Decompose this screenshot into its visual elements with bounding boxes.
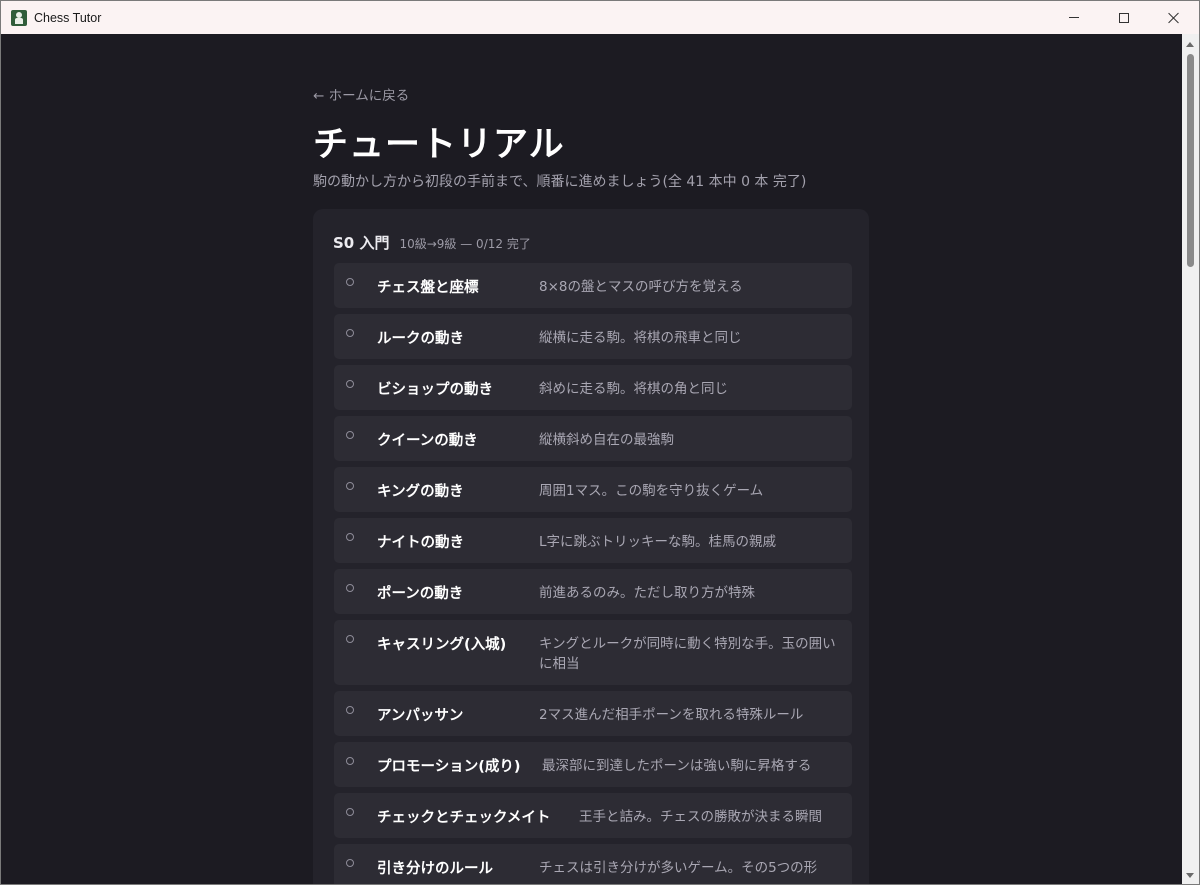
lesson-description: 斜めに走る駒。将棋の角と同じ xyxy=(539,381,728,397)
lesson-item[interactable]: プロモーション(成り) 最深部に到達したポーンは強い駒に昇格する xyxy=(334,742,852,787)
lesson-title: チェックとチェックメイト xyxy=(377,810,551,826)
maximize-button[interactable] xyxy=(1099,1,1149,34)
title-bar: Chess Tutor xyxy=(1,1,1199,34)
circle-outline-icon xyxy=(346,329,354,337)
section-card: S0 入門 10級→9級 — 0/12 完了 チェス盤と座標 8×8の盤とマスの… xyxy=(313,209,869,884)
lesson-description: キングとルークが同時に動く特別な手。玉の囲いに相当 xyxy=(539,636,836,672)
lesson-item[interactable]: アンパッサン 2マス進んだ相手ポーンを取れる特殊ルール xyxy=(334,691,852,736)
lesson-item[interactable]: ナイトの動き L字に跳ぶトリッキーな駒。桂馬の親戚 xyxy=(334,518,852,563)
lesson-item[interactable]: チェックとチェックメイト 王手と詰み。チェスの勝敗が決まる瞬間 xyxy=(334,793,852,838)
lesson-item[interactable]: ルークの動き 縦横に走る駒。将棋の飛車と同じ xyxy=(334,314,852,359)
circle-outline-icon xyxy=(346,706,354,714)
vertical-scrollbar[interactable] xyxy=(1182,34,1199,884)
lesson-item[interactable]: クイーンの動き 縦横斜め自在の最強駒 xyxy=(334,416,852,461)
page-subtitle: 駒の動かし方から初段の手前まで、順番に進めましょう(全 41 本中 0 本 完了… xyxy=(313,174,807,190)
circle-outline-icon xyxy=(346,482,354,490)
lesson-description: 8×8の盤とマスの呼び方を覚える xyxy=(539,279,743,295)
close-icon xyxy=(1168,12,1180,24)
lesson-title: ビショップの動き xyxy=(377,382,493,398)
lesson-description: L字に跳ぶトリッキーな駒。桂馬の親戚 xyxy=(539,534,777,550)
lesson-description: 最深部に到達したポーンは強い駒に昇格する xyxy=(542,758,812,774)
lesson-description: 縦横斜め自在の最強駒 xyxy=(539,432,674,448)
circle-outline-icon xyxy=(346,808,354,816)
maximize-icon xyxy=(1119,12,1129,23)
lesson-description: 縦横に走る駒。将棋の飛車と同じ xyxy=(539,330,742,346)
window-title: Chess Tutor xyxy=(34,10,102,25)
minimize-button[interactable] xyxy=(1049,1,1099,34)
lesson-title: キャスリング(入城) xyxy=(377,637,507,653)
lesson-title: チェス盤と座標 xyxy=(377,280,479,296)
close-button[interactable] xyxy=(1149,1,1199,34)
lesson-description: 周囲1マス。この駒を守り抜くゲーム xyxy=(539,483,764,499)
lesson-item[interactable]: ビショップの動き 斜めに走る駒。将棋の角と同じ xyxy=(334,365,852,410)
circle-outline-icon xyxy=(346,635,354,643)
scroll-up-arrow-icon[interactable] xyxy=(1186,42,1194,47)
lesson-title: プロモーション(成り) xyxy=(377,759,521,775)
scrollbar-thumb[interactable] xyxy=(1187,54,1194,267)
lesson-item[interactable]: チェス盤と座標 8×8の盤とマスの呼び方を覚える xyxy=(334,263,852,308)
chess-pawn-icon xyxy=(11,9,27,26)
section-header: S0 入門 10級→9級 — 0/12 完了 xyxy=(333,232,531,253)
minimize-icon xyxy=(1069,17,1079,18)
lesson-item[interactable]: キングの動き 周囲1マス。この駒を守り抜くゲーム xyxy=(334,467,852,512)
main-content: ← ホームに戻る チュートリアル 駒の動かし方から初段の手前まで、順番に進めまし… xyxy=(1,34,1183,884)
page-title: チュートリアル xyxy=(313,125,565,165)
lesson-item[interactable]: 引き分けのルール チェスは引き分けが多いゲーム。その5つの形 xyxy=(334,844,852,884)
circle-outline-icon xyxy=(346,278,354,286)
lesson-item[interactable]: ポーンの動き 前進あるのみ。ただし取り方が特殊 xyxy=(334,569,852,614)
lesson-title: ナイトの動き xyxy=(377,535,464,551)
section-progress: 10級→9級 — 0/12 完了 xyxy=(399,237,531,251)
section-name: S0 入門 xyxy=(333,234,390,252)
lesson-title: キングの動き xyxy=(377,484,464,500)
circle-outline-icon xyxy=(346,533,354,541)
back-to-home-link[interactable]: ← ホームに戻る xyxy=(313,84,409,104)
lesson-description: 王手と詰み。チェスの勝敗が決まる瞬間 xyxy=(579,809,822,825)
scroll-down-arrow-icon[interactable] xyxy=(1186,873,1194,878)
lesson-description: チェスは引き分けが多いゲーム。その5つの形 xyxy=(539,860,818,876)
lesson-title: アンパッサン xyxy=(377,708,464,724)
circle-outline-icon xyxy=(346,380,354,388)
circle-outline-icon xyxy=(346,584,354,592)
app-window: Chess Tutor ← ホームに戻る チュートリアル 駒の動かし方から初段の… xyxy=(0,0,1200,885)
circle-outline-icon xyxy=(346,757,354,765)
lesson-title: ルークの動き xyxy=(377,331,464,347)
circle-outline-icon xyxy=(346,431,354,439)
lesson-description: 2マス進んだ相手ポーンを取れる特殊ルール xyxy=(539,707,804,723)
lesson-description: 前進あるのみ。ただし取り方が特殊 xyxy=(539,585,755,601)
lesson-title: ポーンの動き xyxy=(377,586,464,602)
circle-outline-icon xyxy=(346,859,354,867)
lesson-title: クイーンの動き xyxy=(377,433,478,449)
lesson-item[interactable]: キャスリング(入城) キングとルークが同時に動く特別な手。玉の囲いに相当 xyxy=(334,620,852,685)
lesson-title: 引き分けのルール xyxy=(377,861,493,877)
